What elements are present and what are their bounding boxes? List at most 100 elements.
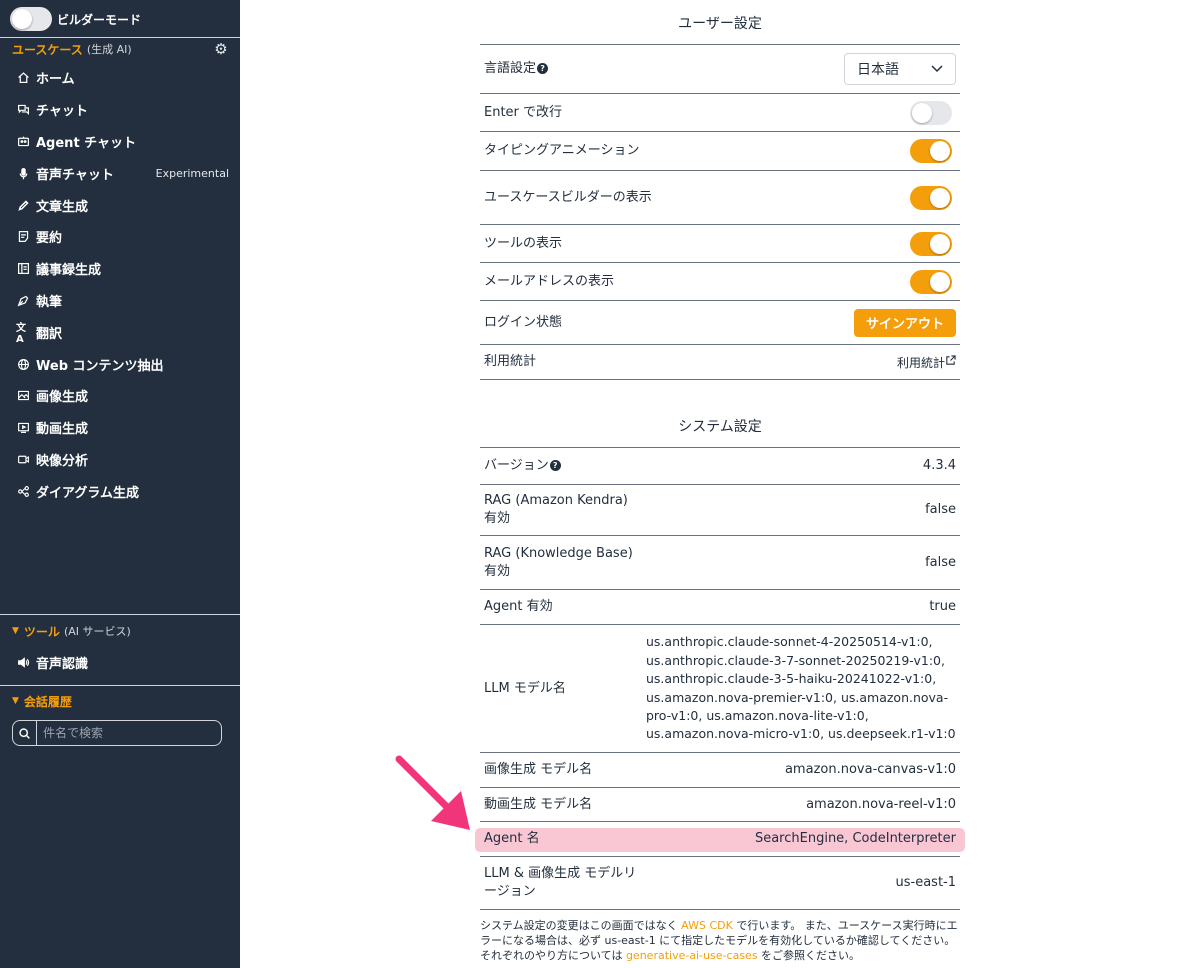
rag-kb-row: RAG (Knowledge Base) 有効 false (480, 536, 960, 589)
search-input[interactable] (37, 722, 221, 744)
aws-cdk-link[interactable]: AWS CDK (681, 919, 733, 932)
agent-names-row: Agent 名 SearchEngine, CodeInterpreter (480, 822, 960, 856)
email-visible-toggle[interactable] (910, 269, 952, 294)
version-value: 4.3.4 (922, 458, 956, 473)
minutes-icon (16, 262, 30, 276)
sidebar-item-label: 翻訳 (36, 326, 63, 342)
diagram-icon (16, 484, 30, 498)
enter-newline-row: Enter で改行 (480, 94, 960, 131)
sidebar-divider (0, 614, 240, 615)
typing-animation-label: タイピングアニメーション (484, 143, 640, 158)
sidebar-divider (0, 37, 240, 38)
sidebar-item-video-analysis[interactable]: 映像分析 (0, 444, 240, 476)
llm-models-row: LLM モデル名 us.anthropic.claude-sonnet-4-20… (480, 625, 960, 752)
help-icon[interactable]: ? (537, 63, 549, 74)
login-status-label: ログイン状態 (484, 314, 563, 330)
sidebar-item-text-generation[interactable]: 文章生成 (0, 189, 240, 221)
divider (480, 379, 960, 380)
robot-icon (16, 134, 30, 148)
note-icon (16, 230, 30, 244)
typing-animation-row: タイピングアニメーション (480, 132, 960, 170)
tools-visible-toggle[interactable] (910, 231, 952, 256)
gear-icon[interactable]: ⚙ (212, 40, 230, 58)
rag-kb-value: false (925, 554, 956, 570)
tools-nav: 音声認識 (0, 647, 240, 679)
history-section-title: 会話履歴 (23, 694, 72, 709)
usecase-builder-row: ユースケースビルダーの表示 (480, 171, 960, 224)
sidebar-item-label: 音声チャット (36, 167, 114, 183)
enter-newline-toggle[interactable] (910, 100, 952, 125)
rag-kendra-label: RAG (Amazon Kendra) 有効 (484, 493, 628, 526)
model-region-row: LLM & 画像生成 モデルリージョン us-east-1 (480, 857, 960, 909)
sidebar-item-label: 執筆 (36, 294, 63, 310)
tools-section-header[interactable]: ▼ ツール (AI サービス) (12, 622, 131, 640)
usage-stats-row: 利用統計 利用統計 (480, 345, 960, 379)
external-link-icon (945, 355, 956, 369)
usage-stats-link[interactable]: 利用統計 (897, 354, 956, 371)
sign-out-button[interactable]: サインアウト (853, 308, 956, 337)
sidebar-item-writing[interactable]: 執筆 (0, 285, 240, 317)
divider (480, 909, 960, 910)
sidebar-item-image-generation[interactable]: 画像生成 (0, 380, 240, 412)
email-visible-label: メールアドレスの表示 (484, 273, 615, 289)
language-label: 言語設定? (484, 60, 549, 78)
sidebar-item-web-extract[interactable]: Web コンテンツ抽出 (0, 348, 240, 380)
home-icon (16, 71, 30, 85)
system-settings-footnote: システム設定の変更はこの画面ではなく AWS CDK で行います。 また、ユース… (480, 919, 958, 962)
tools-visible-label: ツールの表示 (484, 235, 563, 251)
sidebar-item-label: 議事録生成 (36, 263, 102, 279)
language-row: 言語設定? 日本語 (480, 45, 960, 93)
video-camera-icon (16, 452, 30, 466)
builder-mode-switch[interactable]: ビルダーモード (10, 6, 141, 32)
version-row: バージョン? 4.3.4 (480, 448, 960, 484)
translate-icon: 文A (16, 323, 26, 346)
repo-link[interactable]: generative-ai-use-cases (626, 949, 758, 962)
usecase-nav: ホーム チャット Agent チャット 音声チャット Experimental … (0, 62, 240, 507)
builder-mode-label: ビルダーモード (57, 12, 142, 27)
agent-enabled-value: true (929, 599, 956, 614)
usage-stats-label: 利用統計 (484, 354, 537, 369)
sidebar-item-agent-chat[interactable]: Agent チャット (0, 126, 240, 158)
version-label: バージョン? (484, 457, 561, 475)
image-model-value: amazon.nova-canvas-v1:0 (784, 762, 956, 777)
sidebar-item-summarize[interactable]: 要約 (0, 221, 240, 253)
sidebar: ビルダーモード ユースケース (生成 AI) ⚙ ホーム チャット Agent … (0, 0, 240, 968)
language-select[interactable]: 日本語 (844, 53, 956, 85)
sidebar-item-label: 音声認識 (36, 657, 89, 673)
language-select-value: 日本語 (857, 62, 899, 78)
sidebar-item-home[interactable]: ホーム (0, 62, 240, 94)
agent-names-value: SearchEngine, CodeInterpreter (754, 831, 956, 846)
system-settings-title: システム設定 (678, 419, 762, 435)
sidebar-item-label: 文章生成 (36, 199, 89, 215)
typing-animation-toggle[interactable] (910, 139, 952, 163)
rag-kb-label: RAG (Knowledge Base) 有効 (484, 545, 633, 579)
sidebar-item-label: 画像生成 (36, 390, 89, 406)
sidebar-item-label: Agent チャット (36, 135, 137, 151)
sidebar-item-video-generation[interactable]: 動画生成 (0, 412, 240, 444)
model-region-value: us-east-1 (895, 875, 957, 890)
history-search[interactable] (12, 720, 222, 746)
sidebar-item-translate[interactable]: 文A 翻訳 (0, 316, 240, 348)
sidebar-item-label: ホーム (36, 72, 75, 88)
llm-models-value: us.anthropic.claude-sonnet-4-20250514-v1… (646, 634, 956, 742)
sidebar-item-diagram[interactable]: ダイアグラム生成 (0, 475, 240, 507)
image-model-label: 画像生成 モデル名 (484, 762, 593, 777)
sidebar-item-chat[interactable]: チャット (0, 94, 240, 126)
rag-kendra-row: RAG (Amazon Kendra) 有効 false (480, 485, 960, 535)
globe-icon (16, 357, 30, 371)
experimental-badge: Experimental (155, 166, 229, 180)
sidebar-item-minutes[interactable]: 議事録生成 (0, 253, 240, 285)
history-section-header[interactable]: ▼ 会話履歴 (12, 692, 72, 710)
video-model-row: 動画生成 モデル名 amazon.nova-reel-v1:0 (480, 788, 960, 821)
tools-section-subtitle: (AI サービス) (63, 625, 131, 638)
sidebar-item-speech-recognition[interactable]: 音声認識 (0, 647, 240, 679)
search-icon (13, 721, 37, 745)
video-screen-icon (16, 421, 30, 435)
sidebar-item-voice-chat[interactable]: 音声チャット Experimental (0, 157, 240, 189)
agent-enabled-row: Agent 有効 true (480, 590, 960, 624)
rag-kendra-value: false (925, 502, 956, 517)
usecase-builder-toggle[interactable] (910, 185, 952, 210)
help-icon[interactable]: ? (549, 460, 561, 471)
usecase-section-header: ユースケース (生成 AI) (12, 40, 132, 58)
builder-mode-toggle[interactable] (10, 7, 52, 31)
